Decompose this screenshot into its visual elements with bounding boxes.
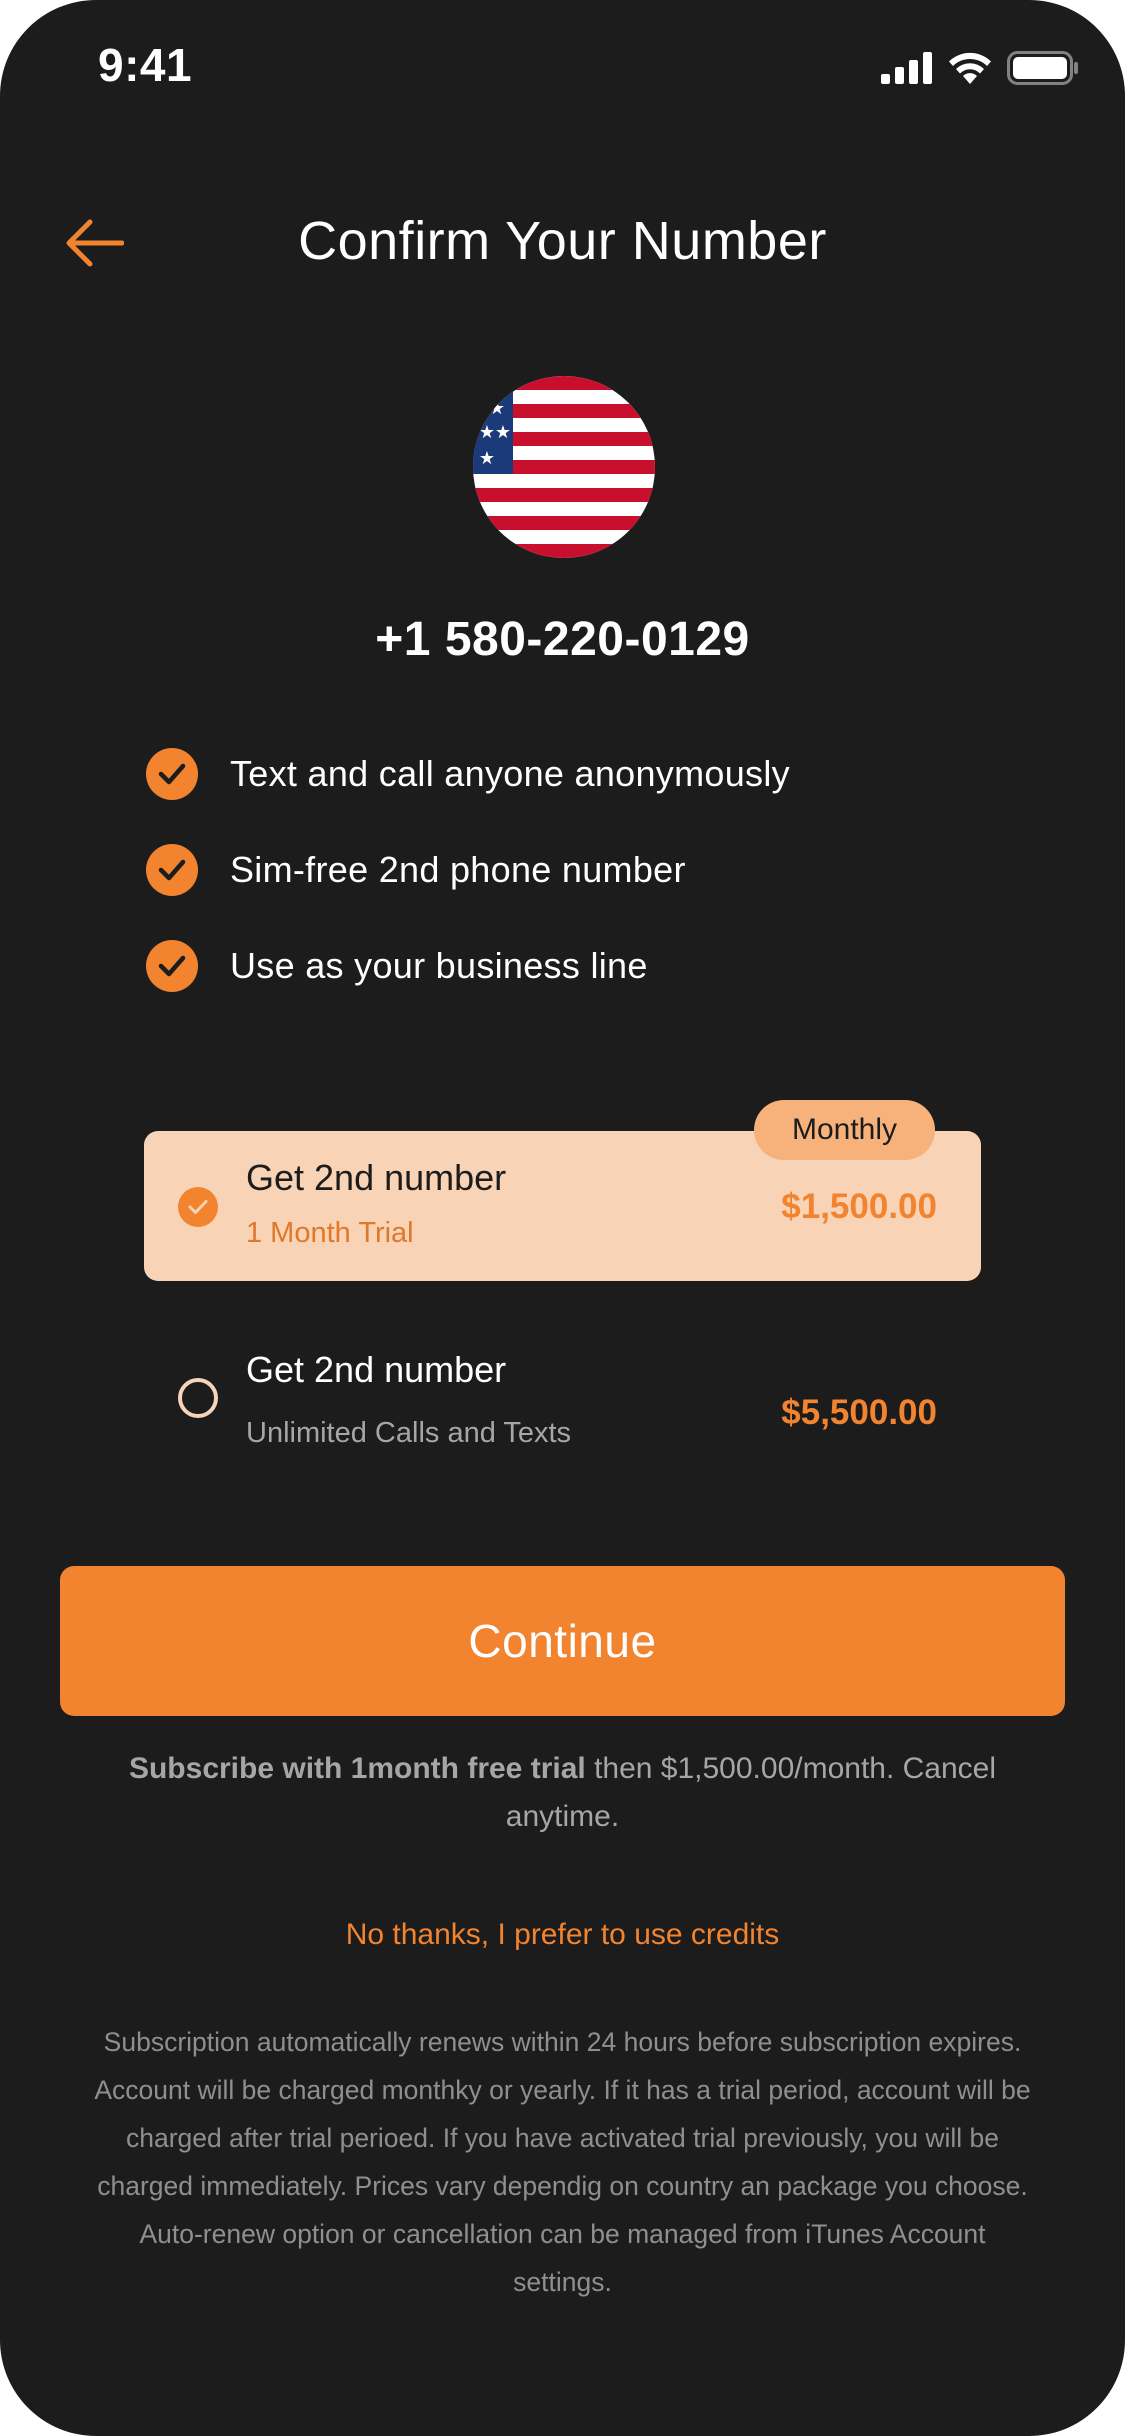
svg-text:★: ★ — [479, 448, 495, 469]
subscribe-note: Subscribe with 1month free trial then $1… — [100, 1745, 1025, 1841]
plan-title: Get 2nd number — [246, 1349, 507, 1390]
plan-option-unlimited[interactable]: Get 2nd number Unlimited Calls and Texts… — [144, 1325, 981, 1475]
plan-price: $1,500.00 — [781, 1187, 937, 1226]
check-icon — [146, 940, 198, 992]
wifi-icon — [949, 52, 991, 84]
continue-button[interactable]: Continue — [60, 1566, 1065, 1716]
check-icon — [146, 844, 198, 896]
svg-text:★: ★ — [479, 422, 495, 443]
radio-unchecked-icon[interactable] — [178, 1378, 218, 1418]
us-flag-icon: ★ ★ ★ ★ — [473, 376, 655, 558]
feature-text: Text and call anyone anonymously — [230, 753, 790, 794]
plan-subtitle: 1 Month Trial — [246, 1217, 414, 1249]
status-icons — [881, 48, 1079, 88]
page-title: Confirm Your Number — [298, 211, 827, 271]
feature-text: Use as your business line — [230, 945, 648, 986]
svg-text:★: ★ — [489, 398, 505, 419]
cellular-signal-icon — [881, 52, 932, 84]
feature-list: Text and call anyone anonymously Sim-fre… — [146, 748, 790, 1036]
legal-text: Subscription automatically renews within… — [94, 2027, 1031, 2297]
app-screen: 9:41 Confirm Your Number ★ ★ ★ ★ +1 580-… — [0, 0, 1125, 2436]
plan-option-monthly[interactable]: Monthly Get 2nd number 1 Month Trial $1,… — [144, 1100, 981, 1281]
feature-item: Sim-free 2nd phone number — [146, 844, 790, 896]
feature-text: Sim-free 2nd phone number — [230, 849, 686, 890]
plan-title: Get 2nd number — [246, 1157, 507, 1198]
radio-checked-icon[interactable] — [178, 1187, 218, 1227]
phone-number: +1 580-220-0129 — [375, 613, 750, 666]
status-time: 9:41 — [98, 39, 193, 91]
no-thanks-link[interactable]: No thanks, I prefer to use credits — [0, 1918, 1125, 1952]
battery-icon — [1007, 51, 1078, 85]
check-icon — [146, 748, 198, 800]
plan-price: $5,500.00 — [781, 1393, 937, 1432]
plan-subtitle: Unlimited Calls and Texts — [246, 1417, 572, 1449]
svg-text:★: ★ — [495, 422, 511, 443]
subscribe-note-bold: Subscribe with 1month free trial — [128, 1752, 586, 1785]
plan-badge: Monthly — [753, 1100, 935, 1160]
feature-item: Text and call anyone anonymously — [146, 748, 790, 800]
feature-item: Use as your business line — [146, 940, 790, 992]
